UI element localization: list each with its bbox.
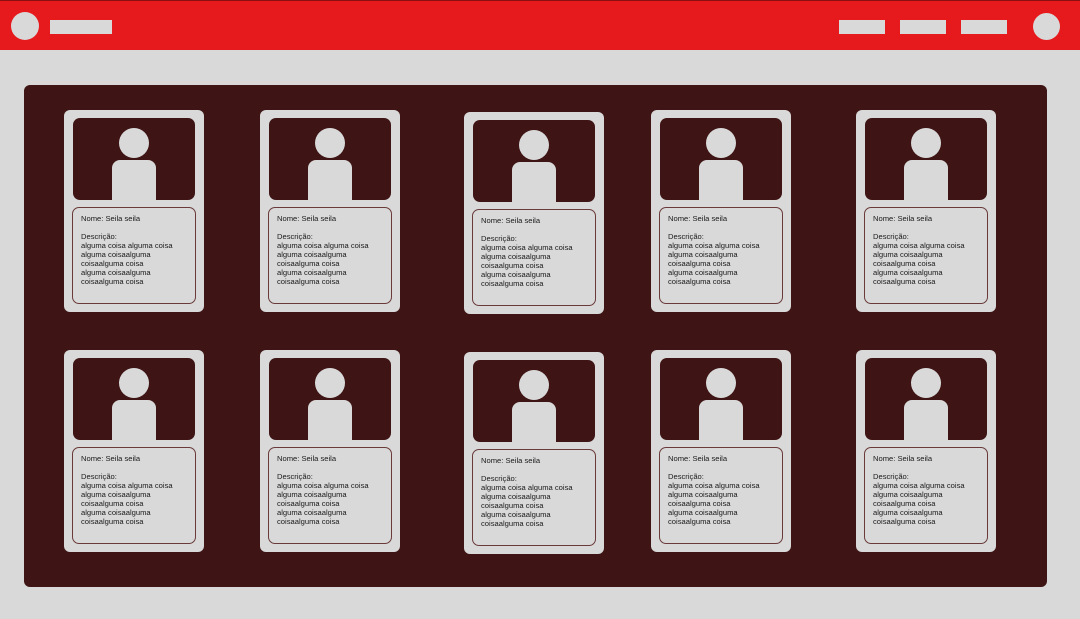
profile-card[interactable]: Nome: Seila seila Descrição: alguma cois… [64,350,204,552]
profile-photo [865,118,987,200]
user-head-icon [706,368,736,398]
user-head-icon [519,370,549,400]
user-head-icon [119,368,149,398]
user-body-icon [512,402,556,442]
user-head-icon [706,128,736,158]
profile-photo [473,120,595,202]
description-label: Descrição: [277,472,313,481]
profile-card[interactable]: Nome: Seila seila Descrição: alguma cois… [64,110,204,312]
profile-info-box: Nome: Seila seila Descrição: alguma cois… [268,447,392,544]
profile-name: Nome: Seila seila [81,454,141,463]
description-label: Descrição: [481,474,517,483]
profile-info-box: Nome: Seila seila Descrição: alguma cois… [268,207,392,304]
user-body-icon [904,160,948,200]
top-navbar [0,0,1080,50]
profile-card[interactable]: Nome: Seila seila Descrição: alguma cois… [260,350,400,552]
user-body-icon [699,400,743,440]
description-label: Descrição: [668,232,704,241]
description-text: alguma coisa alguma coisa alguma coisaal… [668,481,760,526]
profile-card[interactable]: Nome: Seila seila Descrição: alguma cois… [651,110,791,312]
brand-title-placeholder [50,20,112,34]
description-label: Descrição: [668,472,704,481]
profile-photo [660,358,782,440]
user-body-icon [112,160,156,200]
nav-link-1[interactable] [839,20,885,34]
profile-card[interactable]: Nome: Seila seila Descrição: alguma cois… [651,350,791,552]
profile-photo [269,358,391,440]
description-label: Descrição: [873,232,909,241]
description-text: alguma coisa alguma coisa alguma coisaal… [277,241,369,286]
profile-info-box: Nome: Seila seila Descrição: alguma cois… [72,207,196,304]
description-text: alguma coisa alguma coisa alguma coisaal… [81,241,173,286]
profile-name: Nome: Seila seila [668,214,728,223]
profile-card[interactable]: Nome: Seila seila Descrição: alguma cois… [260,110,400,312]
profile-card[interactable]: Nome: Seila seila Descrição: alguma cois… [856,350,996,552]
profile-name: Nome: Seila seila [277,454,337,463]
profile-name: Nome: Seila seila [81,214,141,223]
description-text: alguma coisa alguma coisa alguma coisaal… [277,481,369,526]
profile-card[interactable]: Nome: Seila seila Descrição: alguma cois… [464,352,604,554]
logo-icon[interactable] [11,12,39,40]
profile-photo [73,358,195,440]
profile-info-box: Nome: Seila seila Descrição: alguma cois… [72,447,196,544]
profile-name: Nome: Seila seila [481,456,541,465]
profile-photo [73,118,195,200]
profile-photo [660,118,782,200]
profile-name: Nome: Seila seila [277,214,337,223]
profile-photo [473,360,595,442]
profile-info-box: Nome: Seila seila Descrição: alguma cois… [659,207,783,304]
user-avatar-icon[interactable] [1033,13,1060,40]
profile-info-box: Nome: Seila seila Descrição: alguma cois… [864,207,988,304]
description-text: alguma coisa alguma coisa alguma coisaal… [873,241,965,286]
description-text: alguma coisa alguma coisa alguma coisaal… [668,241,760,286]
profile-name: Nome: Seila seila [481,216,541,225]
profile-info-box: Nome: Seila seila Descrição: alguma cois… [659,447,783,544]
profile-name: Nome: Seila seila [873,454,933,463]
description-text: alguma coisa alguma coisa alguma coisaal… [481,243,573,288]
user-head-icon [911,368,941,398]
description-text: alguma coisa alguma coisa alguma coisaal… [81,481,173,526]
nav-link-2[interactable] [900,20,946,34]
description-label: Descrição: [81,232,117,241]
profile-name: Nome: Seila seila [668,454,728,463]
user-head-icon [315,368,345,398]
user-body-icon [699,160,743,200]
description-label: Descrição: [873,472,909,481]
profile-card[interactable]: Nome: Seila seila Descrição: alguma cois… [856,110,996,312]
profile-photo [269,118,391,200]
description-label: Descrição: [277,232,313,241]
user-head-icon [119,128,149,158]
profile-info-box: Nome: Seila seila Descrição: alguma cois… [472,449,596,546]
profile-info-box: Nome: Seila seila Descrição: alguma cois… [864,447,988,544]
user-body-icon [904,400,948,440]
description-text: alguma coisa alguma coisa alguma coisaal… [873,481,965,526]
description-label: Descrição: [481,234,517,243]
description-label: Descrição: [81,472,117,481]
user-body-icon [512,162,556,202]
user-body-icon [308,400,352,440]
user-body-icon [308,160,352,200]
profile-photo [865,358,987,440]
user-head-icon [519,130,549,160]
user-head-icon [911,128,941,158]
user-body-icon [112,400,156,440]
profile-info-box: Nome: Seila seila Descrição: alguma cois… [472,209,596,306]
nav-link-3[interactable] [961,20,1007,34]
profile-name: Nome: Seila seila [873,214,933,223]
description-text: alguma coisa alguma coisa alguma coisaal… [481,483,573,528]
profile-card[interactable]: Nome: Seila seila Descrição: alguma cois… [464,112,604,314]
user-head-icon [315,128,345,158]
